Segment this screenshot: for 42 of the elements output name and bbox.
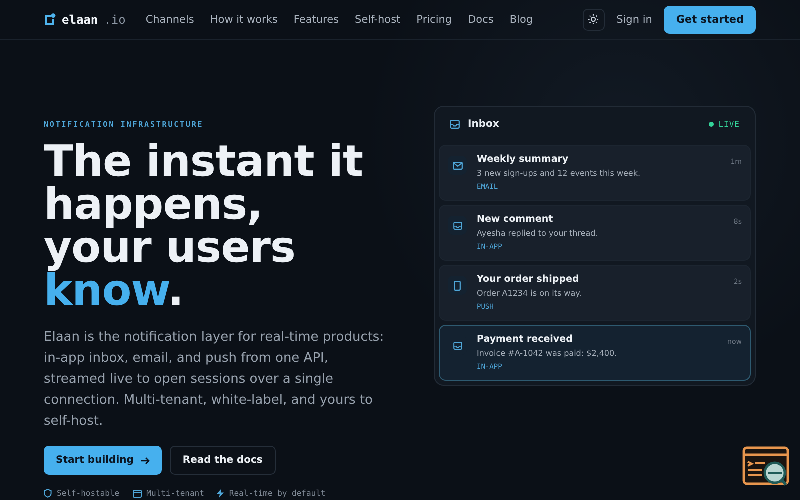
hero-description: Elaan is the notification layer for real-time products: in-app inbox, email, and push from one API, streamed live to open sessions over a single connection. Multi-tenant, white-label, and yours to self-host. [44, 329, 386, 431]
feature-label: Multi-tenant [146, 489, 204, 498]
nav-link[interactable]: Pricing [416, 14, 452, 26]
notification-title: New comment [477, 214, 554, 225]
envelope-icon [452, 162, 462, 170]
notification-title: Weekly summary [477, 154, 570, 165]
logo-name[interactable]: elaan [62, 12, 98, 26]
arrow-right-icon [140, 456, 150, 464]
logo-icon [44, 13, 56, 26]
notification-text: Invoice #A-1042 was paid: $2,400. [477, 349, 618, 358]
notification-text: Order A1234 is on its way. [477, 289, 583, 298]
devtools-icon[interactable] [742, 446, 790, 488]
nav-link[interactable]: Channels [146, 14, 194, 26]
nav-link[interactable]: Docs [468, 14, 494, 26]
inbox-title: Inbox [468, 118, 500, 130]
read-docs-button[interactable]: Read the docs [170, 446, 276, 475]
phone-icon [454, 280, 461, 290]
inbox-icon [452, 222, 462, 230]
live-status: LIVE [718, 120, 740, 128]
hero-headline: The instant it happens, your users know. [44, 141, 364, 313]
notification-title: Your order shipped [477, 274, 580, 285]
notification-text: Ayesha replied to your thread. [477, 229, 600, 238]
get-started-button[interactable]: Get started [664, 6, 756, 34]
feature-label: Self-hostable [57, 489, 120, 498]
start-building-button[interactable]: Start building [44, 446, 162, 475]
notification-title: Payment received [477, 334, 574, 345]
sign-in-link[interactable]: Sign in [616, 14, 652, 26]
window-icon [132, 490, 142, 498]
nav-link[interactable]: Blog [510, 14, 534, 26]
notification-text: 3 new sign-ups and 12 events this week. [477, 169, 642, 178]
inbox-icon [452, 342, 462, 350]
shield-icon [44, 489, 52, 498]
nav-link[interactable]: How it works [210, 14, 278, 26]
sun-icon [588, 14, 600, 25]
theme-toggle-button[interactable] [582, 8, 605, 30]
nav-link[interactable]: Features [294, 14, 340, 26]
lightning-icon [217, 489, 224, 498]
live-dot [708, 122, 714, 126]
nav-link[interactable]: Self-host [355, 14, 401, 26]
feature-label: Real-time by default [229, 489, 326, 498]
logo-suffix: .io [104, 12, 126, 26]
inbox-icon [450, 120, 460, 128]
